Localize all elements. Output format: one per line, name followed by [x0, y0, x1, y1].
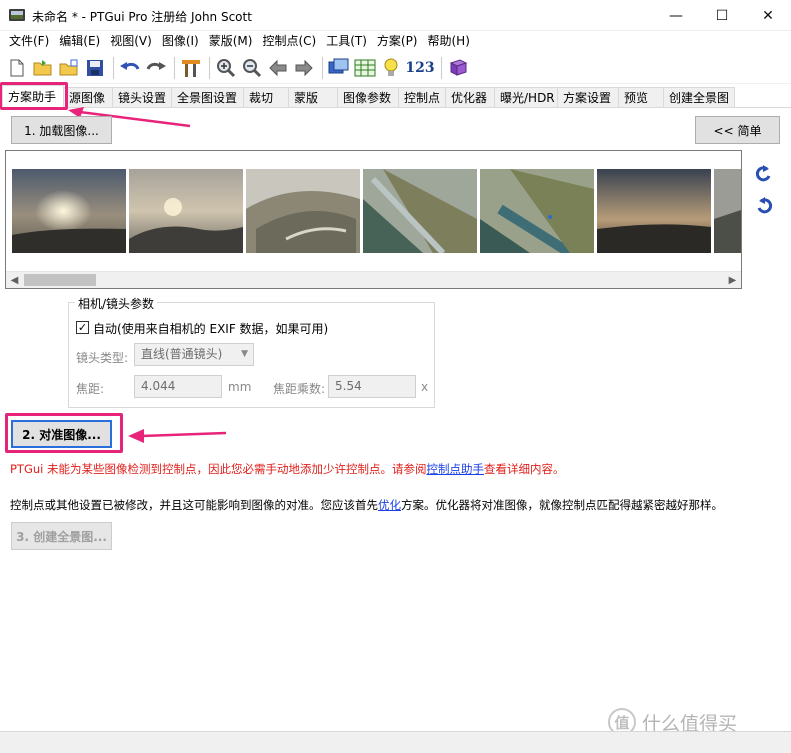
control-point-warning: PTGui 未能为某些图像检测到控制点，因此您必需手动地添加少许控制点。请参阅控…	[10, 461, 565, 477]
tab-project-assistant[interactable]: 方案助手	[2, 85, 64, 107]
rotate-counterclockwise-icon[interactable]	[754, 164, 774, 184]
table-icon[interactable]	[353, 56, 377, 80]
maximize-button[interactable]: ☐	[699, 0, 745, 31]
warning-text-end: 查看详细内容。	[484, 462, 565, 476]
lens-type-select[interactable]: 直线(普通镜头) ▼	[134, 343, 254, 366]
lens-type-value: 直线(普通镜头)	[141, 347, 223, 361]
tab-create-panorama[interactable]: 创建全景图	[663, 87, 735, 107]
crop-factor-label: 焦距乘数:	[273, 382, 326, 396]
tab-image-parameters[interactable]: 图像参数	[337, 87, 399, 107]
menu-help[interactable]: 帮助(H)	[423, 31, 475, 51]
toolbar-separator	[209, 56, 210, 79]
menu-project[interactable]: 方案(P)	[372, 31, 423, 51]
create-panorama-button[interactable]: 3. 创建全景图...	[11, 522, 112, 550]
optimize-note: 控制点或其他设置已被修改，并且这可能影响到图像的对准。您应该首先优化方案。优化器…	[10, 497, 723, 513]
thumbnail-image[interactable]	[480, 169, 594, 253]
undo-icon[interactable]	[118, 56, 142, 80]
menu-control-points[interactable]: 控制点(C)	[257, 31, 321, 51]
thumbnail-image[interactable]	[12, 169, 126, 253]
groupbox-legend: 相机/镜头参数	[75, 295, 158, 312]
image-thumbnail-strip: ◀ ▶	[5, 150, 742, 289]
load-images-button[interactable]: 1. 加载图像...	[11, 116, 112, 144]
menu-bar: 文件(F) 编辑(E) 视图(V) 图像(I) 蒙版(M) 控制点(C) 工具(…	[0, 31, 791, 51]
tab-control-points[interactable]: 控制点	[398, 87, 446, 107]
toolbar-separator	[441, 56, 442, 79]
minimize-button[interactable]: —	[653, 0, 699, 31]
note-text: 控制点或其他设置已被修改，并且这可能影响到图像的对准。您应该首先	[10, 498, 378, 512]
auto-exif-checkbox[interactable]: ✓	[76, 321, 89, 334]
menu-file[interactable]: 文件(F)	[4, 31, 54, 51]
lens-type-label: 镜头类型:	[76, 351, 129, 365]
focal-length-label: 焦距:	[76, 382, 105, 396]
toolbar-separator	[174, 56, 175, 79]
scroll-right-icon[interactable]: ▶	[724, 272, 741, 288]
note-text-end: 方案。优化器将对准图像，就像控制点匹配得越紧密越好那样。	[401, 498, 723, 512]
menu-view[interactable]: 视图(V)	[105, 31, 157, 51]
toolbar-separator	[322, 56, 323, 79]
ptgui-app-icon	[9, 9, 25, 21]
tab-exposure-hdr[interactable]: 曝光/HDR	[494, 87, 558, 107]
scroll-left-icon[interactable]: ◀	[6, 272, 23, 288]
arrow-right-icon[interactable]	[292, 56, 316, 80]
tab-panorama-settings[interactable]: 全景图设置	[171, 87, 244, 107]
menu-edit[interactable]: 编辑(E)	[54, 31, 105, 51]
tab-crop[interactable]: 裁切	[243, 87, 289, 107]
focal-length-unit: mm	[228, 380, 252, 394]
panorama-editor-icon[interactable]	[327, 56, 351, 80]
thumbnail-image[interactable]	[363, 169, 477, 253]
control-point-assistant-link[interactable]: 控制点助手	[427, 462, 485, 476]
optimize-link[interactable]: 优化	[378, 498, 401, 512]
toolbar-separator	[113, 56, 114, 79]
zoom-out-icon[interactable]	[240, 56, 264, 80]
tab-preview[interactable]: 预览	[618, 87, 664, 107]
crop-factor-field[interactable]: 5.54	[328, 375, 416, 398]
thumbnail-image[interactable]	[246, 169, 360, 253]
window-title: 未命名 * - PTGui Pro 注册给 John Scott	[32, 10, 252, 24]
tab-source-images[interactable]: 源图像	[63, 87, 113, 107]
new-file-icon[interactable]	[5, 56, 29, 80]
open-recent-icon[interactable]	[57, 56, 81, 80]
numbers-label: 123	[405, 59, 435, 76]
simple-mode-button[interactable]: << 简单	[695, 116, 780, 144]
arrow-left-icon[interactable]	[266, 56, 290, 80]
crop-factor-unit: x	[421, 380, 429, 394]
thumbnail-image[interactable]	[129, 169, 243, 253]
toolbar: 123	[0, 52, 791, 84]
align-images-button[interactable]: 2. 对准图像...	[11, 420, 112, 448]
menu-tools[interactable]: 工具(T)	[321, 31, 372, 51]
scrollbar-thumb[interactable]	[24, 274, 96, 286]
save-icon[interactable]	[83, 56, 107, 80]
annotation-arrow-align	[128, 429, 227, 443]
title-bar: 未命名 * - PTGui Pro 注册给 John Scott — ☐ ✕	[0, 0, 791, 31]
auto-exif-label: 自动(使用来自相机的 EXIF 数据，如果可用)	[93, 322, 329, 336]
menu-images[interactable]: 图像(I)	[157, 31, 204, 51]
thumbnail-image[interactable]	[714, 169, 742, 253]
lightbulb-icon[interactable]	[379, 56, 403, 80]
rotate-clockwise-icon[interactable]	[754, 196, 774, 216]
redo-icon[interactable]	[144, 56, 168, 80]
tab-project-settings[interactable]: 方案设置	[557, 87, 619, 107]
tab-bar: 方案助手 源图像 镜头设置 全景图设置 裁切 蒙版 图像参数 控制点 优化器 曝…	[0, 85, 791, 108]
numbers-icon[interactable]: 123	[405, 56, 435, 80]
focal-length-field[interactable]: 4.044	[134, 375, 222, 398]
open-folder-icon[interactable]	[31, 56, 55, 80]
tab-lens-settings[interactable]: 镜头设置	[112, 87, 172, 107]
book-icon[interactable]	[446, 56, 470, 80]
tab-optimizer[interactable]: 优化器	[445, 87, 495, 107]
camera-lens-groupbox: 相机/镜头参数 ✓ 自动(使用来自相机的 EXIF 数据，如果可用) 镜头类型:…	[68, 295, 435, 408]
status-bar	[0, 731, 791, 753]
menu-mask[interactable]: 蒙版(M)	[204, 31, 258, 51]
tools-icon[interactable]	[179, 56, 203, 80]
zoom-in-icon[interactable]	[214, 56, 238, 80]
close-button[interactable]: ✕	[745, 0, 791, 31]
thumbnail-image[interactable]	[597, 169, 711, 253]
chevron-down-icon: ▼	[241, 349, 248, 359]
warning-text: PTGui 未能为某些图像检测到控制点，因此您必需手动地添加少许控制点。请参阅	[10, 462, 427, 476]
tab-mask[interactable]: 蒙版	[288, 87, 338, 107]
horizontal-scrollbar[interactable]: ◀ ▶	[6, 271, 741, 288]
